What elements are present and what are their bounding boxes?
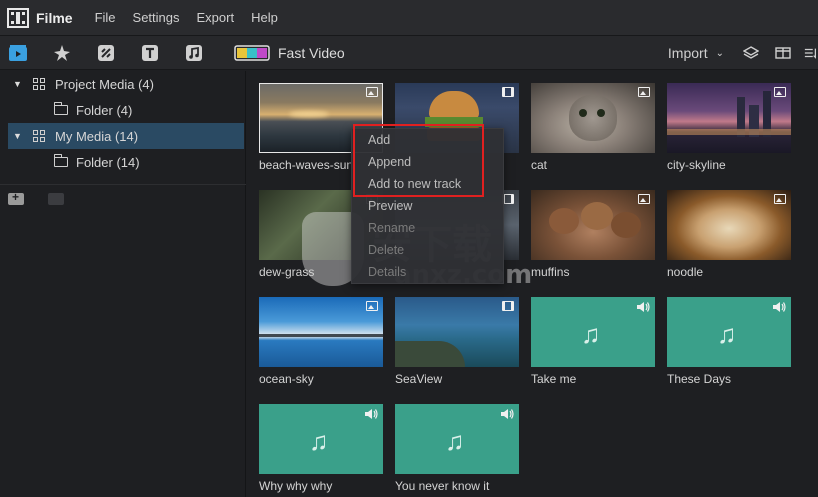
speaker-icon bbox=[637, 302, 650, 312]
media-label: These Days bbox=[667, 372, 732, 386]
menu-export[interactable]: Export bbox=[197, 10, 235, 25]
sort-icon[interactable] bbox=[804, 42, 818, 64]
media-label: muffins bbox=[531, 265, 570, 279]
ctx-details[interactable]: Details bbox=[352, 261, 503, 283]
highlight-box bbox=[353, 124, 484, 197]
photo-icon bbox=[366, 301, 378, 311]
effects-icon[interactable] bbox=[50, 41, 74, 65]
media-item[interactable]: ♫ Take me bbox=[531, 297, 655, 386]
thumbnail[interactable] bbox=[259, 297, 383, 367]
media-item[interactable]: ♫ You never know it bbox=[395, 404, 519, 493]
app-name: Filme bbox=[36, 9, 73, 26]
media-icon[interactable] bbox=[6, 41, 30, 65]
tree-my-media[interactable]: ▼ My Media (14) bbox=[8, 123, 244, 149]
video-icon bbox=[502, 87, 514, 97]
transitions-icon[interactable] bbox=[94, 41, 118, 65]
speaker-icon bbox=[501, 409, 514, 419]
chevron-down-icon[interactable]: ⌄ bbox=[716, 48, 724, 59]
music-note-icon: ♫ bbox=[581, 319, 601, 349]
music-note-icon: ♫ bbox=[445, 426, 465, 456]
fast-video-button[interactable]: Fast Video bbox=[234, 45, 345, 61]
video-icon bbox=[502, 301, 514, 311]
text-icon[interactable] bbox=[138, 41, 162, 65]
photo-icon bbox=[366, 87, 378, 97]
thumbnail[interactable] bbox=[667, 83, 791, 153]
tree-label: Folder (14) bbox=[76, 154, 140, 170]
import-button[interactable]: Import bbox=[668, 45, 708, 61]
thumbnail[interactable] bbox=[667, 190, 791, 260]
media-sidebar: ▼ Project Media (4) Folder (4) ▼ My Medi… bbox=[0, 71, 246, 497]
split-view-icon[interactable] bbox=[772, 42, 794, 64]
media-label: SeaView bbox=[395, 372, 443, 386]
photo-icon bbox=[638, 87, 650, 97]
delete-folder-icon[interactable] bbox=[48, 193, 64, 205]
media-label: Take me bbox=[531, 372, 577, 386]
grid-icon bbox=[33, 78, 45, 90]
media-item[interactable]: SeaView bbox=[395, 297, 519, 386]
music-note-icon: ♫ bbox=[717, 319, 737, 349]
folder-icon bbox=[53, 154, 68, 167]
media-label: city-skyline bbox=[667, 158, 726, 172]
tree-folder[interactable]: Folder (4) bbox=[0, 97, 245, 123]
photo-icon bbox=[774, 194, 786, 204]
folder-icon bbox=[53, 102, 68, 115]
media-label: noodle bbox=[667, 265, 704, 279]
photo-icon bbox=[638, 194, 650, 204]
media-item[interactable]: ♫ These Days bbox=[667, 297, 791, 386]
tree-label: Project Media (4) bbox=[55, 76, 154, 92]
tree-project-media[interactable]: ▼ Project Media (4) bbox=[0, 71, 245, 97]
ctx-delete[interactable]: Delete bbox=[352, 239, 503, 261]
music-note-icon: ♫ bbox=[309, 426, 329, 456]
add-folder-icon[interactable] bbox=[8, 190, 24, 205]
layers-icon[interactable] bbox=[740, 42, 762, 64]
tree-folder[interactable]: Folder (14) bbox=[0, 149, 245, 175]
tree-label: My Media (14) bbox=[55, 128, 139, 144]
music-icon[interactable] bbox=[182, 41, 206, 65]
ctx-preview[interactable]: Preview bbox=[352, 195, 503, 217]
toolbar: Fast Video Import ⌄ bbox=[0, 36, 818, 70]
fast-video-icon bbox=[234, 44, 270, 61]
thumbnail[interactable] bbox=[531, 190, 655, 260]
media-item[interactable]: city-skyline bbox=[667, 83, 791, 172]
tree-label: Folder (4) bbox=[76, 102, 133, 118]
media-library: beach-waves-sun cat city-skyline dew-gra… bbox=[247, 71, 818, 497]
media-label: ocean-sky bbox=[259, 372, 314, 386]
app-logo-icon bbox=[7, 7, 29, 28]
media-label: cat bbox=[531, 158, 548, 172]
media-item[interactable]: ♫ Why why why bbox=[259, 404, 383, 493]
thumbnail[interactable] bbox=[531, 83, 655, 153]
menu-file[interactable]: File bbox=[95, 10, 116, 25]
menu-bar: Filme File Settings Export Help bbox=[0, 0, 818, 36]
grid-icon bbox=[33, 130, 45, 142]
expand-arrow-icon[interactable]: ▼ bbox=[13, 131, 23, 141]
thumbnail[interactable]: ♫ bbox=[667, 297, 791, 367]
thumbnail[interactable]: ♫ bbox=[395, 404, 519, 474]
media-label: You never know it bbox=[395, 479, 490, 493]
divider bbox=[0, 184, 246, 185]
menu-help[interactable]: Help bbox=[251, 10, 278, 25]
speaker-icon bbox=[365, 409, 378, 419]
photo-icon bbox=[774, 87, 786, 97]
media-item[interactable]: ocean-sky bbox=[259, 297, 383, 386]
thumbnail[interactable]: ♫ bbox=[259, 404, 383, 474]
expand-arrow-icon[interactable]: ▼ bbox=[13, 79, 23, 89]
thumbnail[interactable] bbox=[395, 297, 519, 367]
ctx-rename[interactable]: Rename bbox=[352, 217, 503, 239]
fast-video-label: Fast Video bbox=[278, 44, 345, 61]
media-item[interactable]: noodle bbox=[667, 190, 791, 279]
menu-settings[interactable]: Settings bbox=[133, 10, 180, 25]
media-item[interactable]: muffins bbox=[531, 190, 655, 279]
media-item[interactable]: cat bbox=[531, 83, 655, 172]
speaker-icon bbox=[773, 302, 786, 312]
thumbnail[interactable]: ♫ bbox=[531, 297, 655, 367]
media-label: Why why why bbox=[259, 479, 333, 493]
